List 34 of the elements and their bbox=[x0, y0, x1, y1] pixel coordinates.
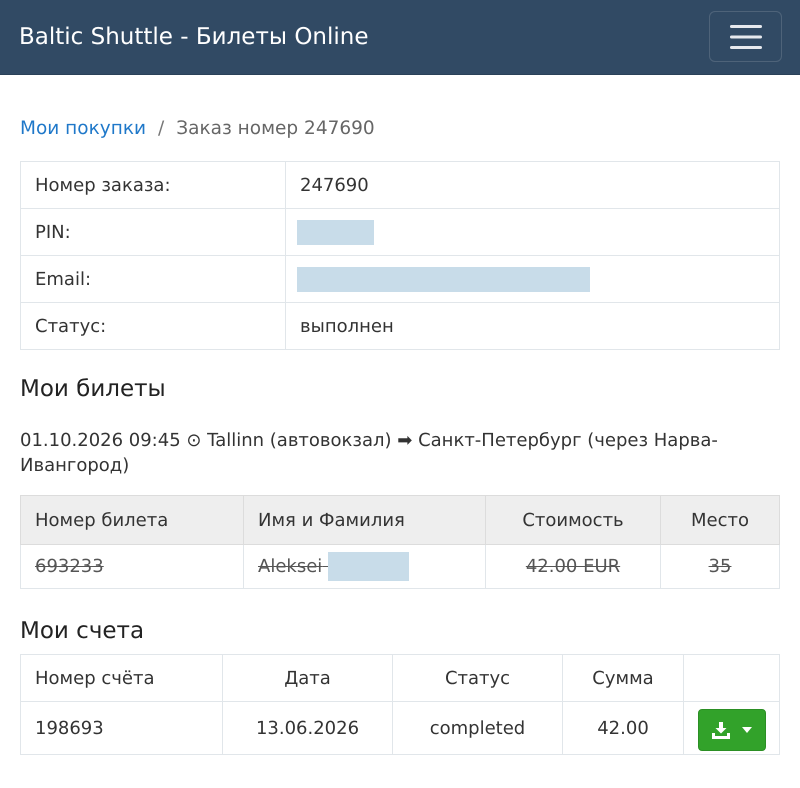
column-header: Имя и Фамилия bbox=[244, 496, 486, 544]
table-cell: 42.00 bbox=[562, 702, 684, 754]
download-icon bbox=[712, 722, 730, 738]
site-title[interactable]: Baltic Shuttle - Билеты Online bbox=[19, 24, 369, 50]
field-label: Email: bbox=[20, 256, 286, 302]
table-cell-text: Aleksei bbox=[258, 556, 324, 577]
column-header: Дата bbox=[222, 654, 392, 702]
download-button[interactable] bbox=[698, 709, 766, 751]
column-header: Стоимость bbox=[486, 496, 660, 544]
section-heading: Мои билеты bbox=[20, 375, 167, 404]
column-header: Сумма bbox=[562, 654, 684, 702]
table-cell: 693233 bbox=[20, 544, 244, 588]
column-header: Номер счёта bbox=[20, 654, 222, 702]
breadcrumb-link[interactable]: Мои покупки bbox=[20, 117, 146, 141]
field-label: Статус: bbox=[20, 302, 286, 350]
field-value: выполнен bbox=[286, 302, 780, 350]
field-value: 247690 bbox=[286, 162, 780, 208]
table-cell: 35 bbox=[660, 544, 780, 588]
column-header: Место bbox=[660, 496, 780, 544]
menu-icon bbox=[730, 24, 762, 48]
column-header: Номер билета bbox=[20, 496, 244, 544]
table-cell: 13.06.2026 bbox=[222, 702, 392, 754]
field-label: PIN: bbox=[20, 208, 286, 256]
trip-route: 01.10.2026 09:45 ⊙ Tallinn (автовокзал) ➡ Санкт-Петербург (через Нарва-Ивангород) bbox=[20, 429, 719, 478]
table-cell: completed bbox=[392, 702, 562, 754]
menu-button[interactable] bbox=[709, 11, 782, 62]
caret-icon bbox=[742, 727, 752, 733]
section-heading: Мои счета bbox=[20, 617, 146, 646]
field-label: Номер заказа: bbox=[20, 162, 286, 208]
column-header: Статус bbox=[392, 654, 562, 702]
breadcrumb-separator: / bbox=[158, 117, 164, 141]
table-cell: 198693 bbox=[20, 702, 222, 754]
table-cell: 42.00 EUR bbox=[486, 544, 660, 588]
breadcrumb-current: Заказ номер 247690 bbox=[176, 117, 375, 141]
